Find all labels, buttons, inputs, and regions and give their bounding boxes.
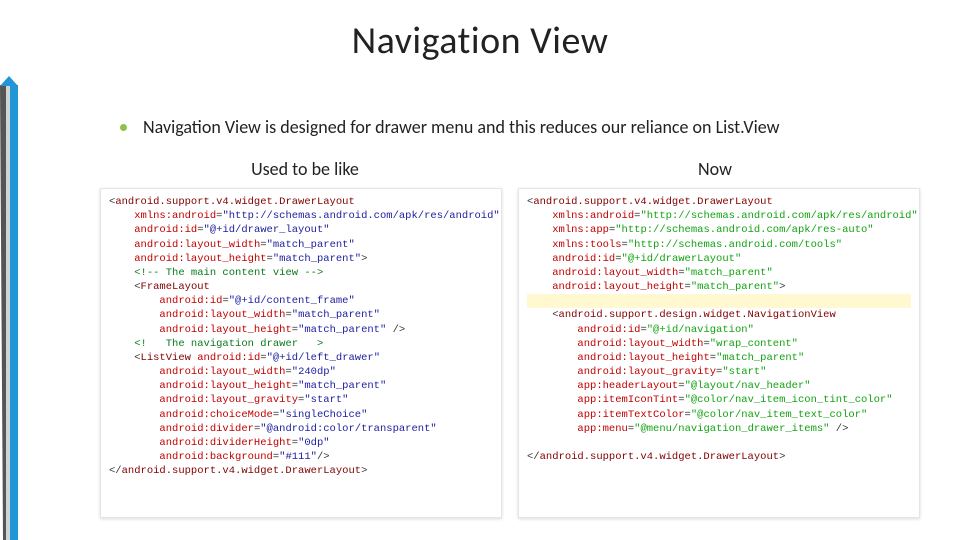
subhead-right: Now [510, 158, 920, 180]
highlight-line [527, 294, 911, 308]
accent-triangle [0, 76, 18, 86]
subhead-left: Used to be like [100, 158, 510, 180]
code-panel-left: <android.support.v4.widget.DrawerLayout … [100, 188, 502, 518]
bullet-icon [120, 124, 127, 131]
subheads: Used to be like Now [100, 158, 920, 180]
bullet-row: Navigation View is designed for drawer m… [120, 116, 920, 138]
code-panel-right: <android.support.v4.widget.DrawerLayout … [518, 188, 920, 518]
slide: Navigation View Navigation View is desig… [0, 0, 960, 540]
slide-title: Navigation View [0, 18, 960, 64]
bullet-text: Navigation View is designed for drawer m… [143, 116, 779, 138]
code-columns: <android.support.v4.widget.DrawerLayout … [100, 188, 920, 518]
